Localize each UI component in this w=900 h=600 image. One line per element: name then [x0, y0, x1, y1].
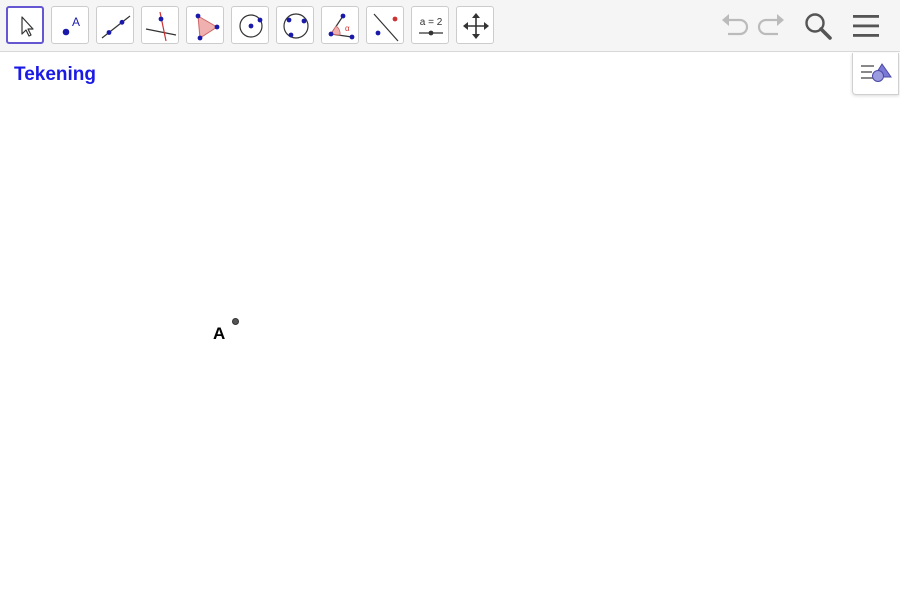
- reflect-about-line-icon: [373, 13, 399, 42]
- graphics-view[interactable]: [0, 53, 900, 600]
- reflect-tool-button[interactable]: [366, 6, 404, 44]
- move-view-tool-button[interactable]: [456, 6, 494, 44]
- point-tool-label: A: [72, 15, 80, 29]
- point-a-label: A: [213, 324, 226, 343]
- line-tool-button[interactable]: [96, 6, 134, 44]
- angle-tool-button[interactable]: α: [321, 6, 359, 44]
- line-through-points-icon: [101, 15, 131, 39]
- hamburger-menu-icon: [853, 15, 879, 37]
- angle-icon: α: [328, 13, 355, 40]
- angle-tool-label: α: [345, 24, 350, 33]
- redo-button[interactable]: [754, 9, 788, 43]
- move-tool-button[interactable]: [6, 6, 44, 44]
- slider-tool-label: a = 2: [420, 17, 443, 28]
- circle-three-points-icon: [283, 13, 309, 39]
- point-tool-button[interactable]: A: [51, 6, 89, 44]
- style-bar-toggle-button[interactable]: [852, 53, 899, 95]
- perpendicular-line-icon: [145, 11, 177, 42]
- point-icon: A: [62, 15, 80, 36]
- slider-tool-button[interactable]: a = 2: [411, 6, 449, 44]
- circle-center-point-icon: [239, 14, 263, 38]
- circle-three-points-tool-button[interactable]: [276, 6, 314, 44]
- view-title: Tekening: [14, 64, 96, 85]
- redo-icon: [757, 14, 784, 36]
- main-menu-button[interactable]: [849, 9, 883, 43]
- search-button[interactable]: [801, 9, 835, 43]
- style-bar-toggle-icon: [861, 63, 892, 82]
- undo-button[interactable]: [718, 9, 752, 43]
- point-a[interactable]: [232, 318, 239, 325]
- undo-icon: [722, 14, 749, 36]
- search-icon: [805, 13, 832, 40]
- polygon-tool-button[interactable]: [186, 6, 224, 44]
- polygon-icon: [195, 13, 220, 41]
- toolbar: A α a = 2: [0, 0, 900, 52]
- move-graphics-view-icon: [463, 13, 489, 39]
- pointer-arrow-icon: [21, 16, 34, 37]
- circle-tool-button[interactable]: [231, 6, 269, 44]
- perpendicular-tool-button[interactable]: [141, 6, 179, 44]
- slider-icon: a = 2: [419, 17, 443, 36]
